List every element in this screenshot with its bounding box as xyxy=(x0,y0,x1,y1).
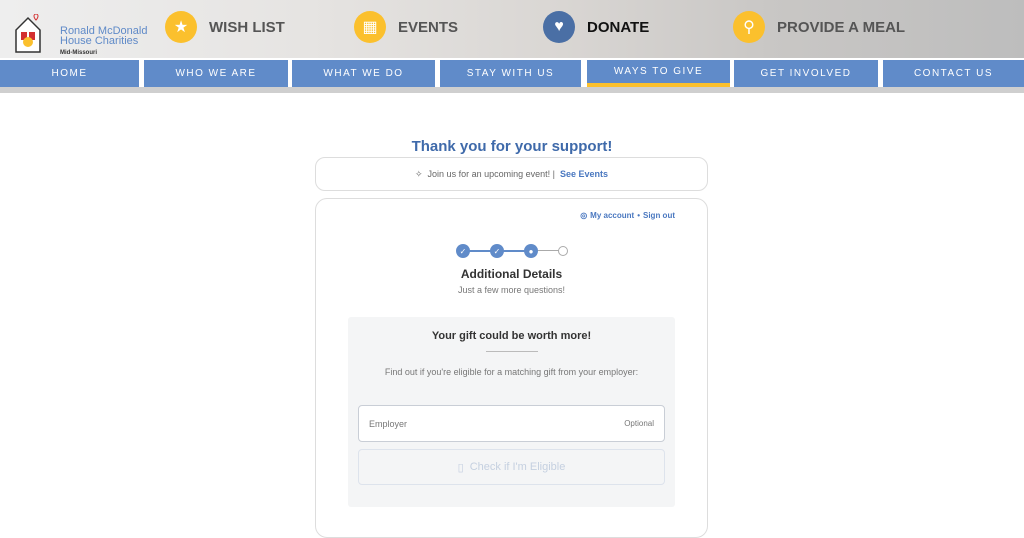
nav-contact-us[interactable]: CONTACT US xyxy=(883,60,1024,87)
step-complete-check-icon: ✓ xyxy=(490,244,504,258)
gift-title: Your gift could be worth more! xyxy=(431,330,592,342)
nav-stay-with-us[interactable]: STAY WITH US xyxy=(440,60,581,87)
step-heading: Additional Details xyxy=(460,267,563,281)
page-title: Thank you for your support! xyxy=(411,138,613,155)
nav-divider xyxy=(0,87,1024,93)
optional-label: Optional xyxy=(624,419,654,428)
star-icon: ★ xyxy=(165,11,197,43)
nav-get-involved[interactable]: GET INVOLVED xyxy=(734,60,878,87)
step-complete-check-icon: ✓ xyxy=(456,244,470,258)
donation-form-card: ◎ My account • Sign out ✓ ✓ ● Additional… xyxy=(315,198,708,538)
quick-link-events[interactable]: ▦ EVENTS xyxy=(354,11,458,43)
nav-who-we-are[interactable]: WHO WE ARE xyxy=(144,60,288,87)
step-pending-icon xyxy=(558,246,568,256)
quick-link-wish-list[interactable]: ★ WISH LIST xyxy=(165,11,285,43)
building-icon: ▯ xyxy=(457,461,464,474)
sparkle-icon: ✧ xyxy=(415,168,423,179)
header: Ronald McDonald House Charities Mid-Misso… xyxy=(0,0,1024,58)
separator: • xyxy=(637,211,640,220)
matching-gift-panel: Your gift could be worth more! Find out … xyxy=(348,317,675,507)
gift-description: Find out if you're eligible for a matchi… xyxy=(384,367,639,377)
user-icon: ◎ xyxy=(580,211,588,220)
nav-ways-to-give[interactable]: WAYS TO GIVE xyxy=(587,60,730,87)
divider xyxy=(486,351,538,352)
banner-text: Join us for an upcoming event! | xyxy=(427,169,555,179)
quick-link-donate[interactable]: ♥ DONATE xyxy=(543,11,649,43)
quick-link-label: DONATE xyxy=(587,18,650,36)
quick-link-label: EVENTS xyxy=(398,18,459,36)
check-eligible-button[interactable]: ▯ Check if I'm Eligible xyxy=(358,449,665,485)
employer-input[interactable]: Employer Optional xyxy=(358,405,665,442)
quick-link-label: WISH LIST xyxy=(209,18,285,36)
progress-steps: ✓ ✓ ● xyxy=(456,244,568,258)
main-nav: HOME WHO WE ARE WHAT WE DO STAY WITH US … xyxy=(0,60,1024,87)
see-events-link[interactable]: See Events xyxy=(560,169,608,179)
account-links: ◎ My account • Sign out xyxy=(580,211,675,220)
spoon-icon: ⚲ xyxy=(733,11,765,43)
logo-line3: Mid-Missouri xyxy=(60,50,97,56)
step-current-icon: ● xyxy=(524,244,538,258)
events-banner: ✧ Join us for an upcoming event! | See E… xyxy=(315,157,708,191)
check-eligible-label: Check if I'm Eligible xyxy=(469,461,566,473)
nav-what-we-do[interactable]: WHAT WE DO xyxy=(292,60,435,87)
quick-link-provide-a-meal[interactable]: ⚲ PROVIDE A MEAL xyxy=(733,11,905,43)
sign-out-link[interactable]: Sign out xyxy=(643,211,675,220)
house-logo-icon xyxy=(15,14,41,53)
logo-line2: House Charities xyxy=(60,35,139,47)
employer-placeholder: Employer xyxy=(369,418,408,429)
logo[interactable]: Ronald McDonald House Charities Mid-Misso… xyxy=(12,6,147,56)
my-account-link[interactable]: My account xyxy=(590,211,634,220)
heart-icon: ♥ xyxy=(543,11,575,43)
calendar-icon: ▦ xyxy=(354,11,386,43)
step-subheading: Just a few more questions! xyxy=(457,285,566,295)
quick-link-label: PROVIDE A MEAL xyxy=(777,18,906,36)
nav-home[interactable]: HOME xyxy=(0,60,139,87)
